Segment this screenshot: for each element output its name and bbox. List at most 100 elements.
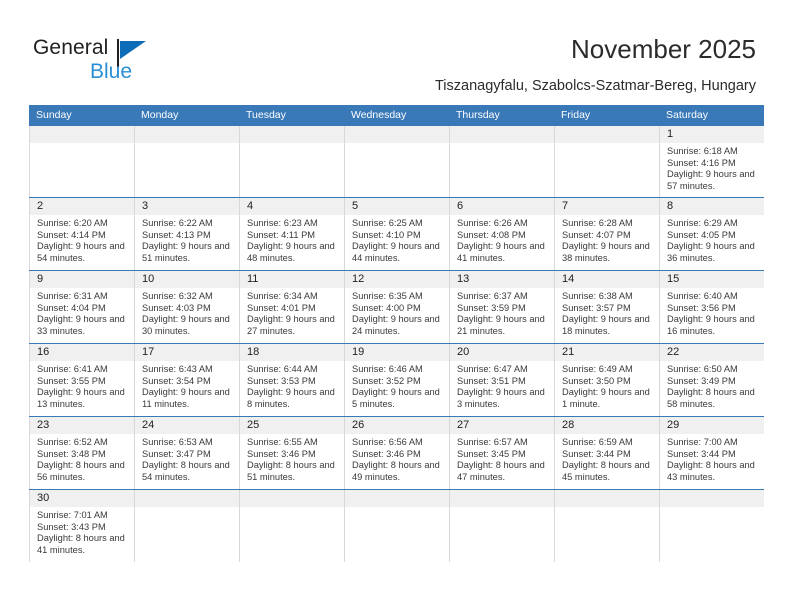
calendar-day-cell[interactable]: 21 Sunrise: 6:49 AM Sunset: 3:50 PM Dayligh… bbox=[554, 344, 659, 416]
day-number bbox=[345, 490, 449, 507]
calendar-day-cell[interactable]: 19 Sunrise: 6:46 AM Sunset: 3:52 PM Dayligh… bbox=[344, 344, 449, 416]
calendar-day-cell[interactable]: 25 Sunrise: 6:55 AM Sunset: 3:46 PM Dayligh… bbox=[239, 417, 344, 489]
sunset-text: Sunset: 4:00 PM bbox=[352, 302, 421, 313]
calendar-day-cell[interactable]: 30 Sunrise: 7:01 AM Sunset: 3:43 PM Dayligh… bbox=[29, 490, 134, 562]
day-number: 7 bbox=[555, 198, 659, 215]
calendar-day-cell[interactable]: 6 Sunrise: 6:26 AM Sunset: 4:08 PM Daylight… bbox=[449, 198, 554, 270]
day-number bbox=[240, 126, 344, 143]
calendar-day-cell[interactable]: 15 Sunrise: 6:40 AM Sunset: 3:56 PM Dayligh… bbox=[659, 271, 764, 343]
calendar-day-cell-empty bbox=[134, 126, 239, 197]
calendar-day-cell[interactable]: 27 Sunrise: 6:57 AM Sunset: 3:45 PM Dayligh… bbox=[449, 417, 554, 489]
calendar-day-cell[interactable]: 23 Sunrise: 6:52 AM Sunset: 3:48 PM Dayligh… bbox=[29, 417, 134, 489]
weekday-header-saturday: Saturday bbox=[666, 109, 709, 121]
sunrise-text: Sunrise: 6:34 AM bbox=[247, 291, 318, 301]
daylight-text: Daylight: 8 hours and 43 minutes. bbox=[667, 460, 755, 482]
day-sun-info: Sunrise: 6:25 AM Sunset: 4:10 PM Daylight:… bbox=[345, 215, 449, 268]
day-sun-info: Sunrise: 6:20 AM Sunset: 4:14 PM Daylight:… bbox=[30, 215, 134, 268]
calendar-day-cell[interactable]: 2 Sunrise: 6:20 AM Sunset: 4:14 PM Daylight… bbox=[29, 198, 134, 270]
sunrise-text: Sunrise: 6:25 AM bbox=[352, 218, 423, 228]
calendar-day-cell[interactable]: 8 Sunrise: 6:29 AM Sunset: 4:05 PM Daylight… bbox=[659, 198, 764, 270]
sunrise-text: Sunrise: 7:01 AM bbox=[37, 510, 108, 520]
day-number bbox=[555, 126, 659, 143]
daylight-text: Daylight: 9 hours and 36 minutes. bbox=[667, 241, 755, 263]
calendar-day-cell[interactable]: 4 Sunrise: 6:23 AM Sunset: 4:11 PM Daylight… bbox=[239, 198, 344, 270]
calendar-day-cell[interactable]: 13 Sunrise: 6:37 AM Sunset: 3:59 PM Dayligh… bbox=[449, 271, 554, 343]
daylight-text: Daylight: 9 hours and 24 minutes. bbox=[352, 314, 440, 336]
sunset-text: Sunset: 4:01 PM bbox=[247, 302, 316, 313]
sunrise-text: Sunrise: 6:32 AM bbox=[142, 291, 213, 301]
calendar-day-cell[interactable]: 17 Sunrise: 6:43 AM Sunset: 3:54 PM Dayligh… bbox=[134, 344, 239, 416]
sunset-text: Sunset: 3:54 PM bbox=[142, 375, 211, 386]
weekday-header-row: Sunday Monday Tuesday Wednesday Thursday… bbox=[29, 105, 764, 126]
calendar-day-cell[interactable]: 9 Sunrise: 6:31 AM Sunset: 4:04 PM Daylight… bbox=[29, 271, 134, 343]
sunrise-text: Sunrise: 6:43 AM bbox=[142, 364, 213, 374]
sunset-text: Sunset: 3:49 PM bbox=[667, 375, 736, 386]
calendar-day-cell[interactable]: 29 Sunrise: 7:00 AM Sunset: 3:44 PM Dayligh… bbox=[659, 417, 764, 489]
day-number: 29 bbox=[660, 417, 764, 434]
sunrise-text: Sunrise: 6:31 AM bbox=[37, 291, 108, 301]
calendar-day-cell-empty bbox=[344, 490, 449, 562]
day-number: 11 bbox=[240, 271, 344, 288]
daylight-text: Daylight: 8 hours and 58 minutes. bbox=[667, 387, 755, 409]
day-sun-info: Sunrise: 6:32 AM Sunset: 4:03 PM Daylight:… bbox=[135, 288, 239, 341]
calendar-day-cell[interactable]: 3 Sunrise: 6:22 AM Sunset: 4:13 PM Daylight… bbox=[134, 198, 239, 270]
day-sun-info: Sunrise: 7:01 AM Sunset: 3:43 PM Daylight:… bbox=[30, 507, 134, 560]
sunrise-text: Sunrise: 6:52 AM bbox=[37, 437, 108, 447]
day-number: 20 bbox=[450, 344, 554, 361]
sunrise-text: Sunrise: 6:44 AM bbox=[247, 364, 318, 374]
day-number: 22 bbox=[660, 344, 764, 361]
daylight-text: Daylight: 9 hours and 1 minute. bbox=[562, 387, 650, 409]
day-number bbox=[345, 126, 449, 143]
calendar-day-cell[interactable]: 20 Sunrise: 6:47 AM Sunset: 3:51 PM Dayligh… bbox=[449, 344, 554, 416]
day-number: 27 bbox=[450, 417, 554, 434]
calendar-day-cell[interactable]: 5 Sunrise: 6:25 AM Sunset: 4:10 PM Daylight… bbox=[344, 198, 449, 270]
day-number: 28 bbox=[555, 417, 659, 434]
calendar-day-cell-empty bbox=[449, 126, 554, 197]
day-number: 15 bbox=[660, 271, 764, 288]
calendar-day-cell[interactable]: 24 Sunrise: 6:53 AM Sunset: 3:47 PM Dayligh… bbox=[134, 417, 239, 489]
calendar-day-cell[interactable]: 11 Sunrise: 6:34 AM Sunset: 4:01 PM Dayligh… bbox=[239, 271, 344, 343]
calendar-week-row: 1 Sunrise: 6:18 AM Sunset: 4:16 PM Daylight… bbox=[29, 126, 764, 197]
day-sun-info: Sunrise: 6:55 AM Sunset: 3:46 PM Daylight:… bbox=[240, 434, 344, 487]
general-blue-logo[interactable]: General Blue bbox=[33, 36, 183, 90]
sunset-text: Sunset: 3:43 PM bbox=[37, 521, 106, 532]
sunset-text: Sunset: 4:04 PM bbox=[37, 302, 106, 313]
day-sun-info: Sunrise: 6:47 AM Sunset: 3:51 PM Daylight:… bbox=[450, 361, 554, 414]
calendar-day-cell[interactable]: 18 Sunrise: 6:44 AM Sunset: 3:53 PM Dayligh… bbox=[239, 344, 344, 416]
day-sun-info: Sunrise: 6:22 AM Sunset: 4:13 PM Daylight:… bbox=[135, 215, 239, 268]
calendar-table: Sunday Monday Tuesday Wednesday Thursday… bbox=[29, 105, 764, 562]
daylight-text: Daylight: 9 hours and 38 minutes. bbox=[562, 241, 650, 263]
calendar-day-cell[interactable]: 28 Sunrise: 6:59 AM Sunset: 3:44 PM Dayligh… bbox=[554, 417, 659, 489]
calendar-day-cell-empty bbox=[239, 490, 344, 562]
calendar-day-cell[interactable]: 16 Sunrise: 6:41 AM Sunset: 3:55 PM Dayligh… bbox=[29, 344, 134, 416]
daylight-text: Daylight: 9 hours and 8 minutes. bbox=[247, 387, 335, 409]
day-number bbox=[135, 490, 239, 507]
calendar-day-cell[interactable]: 26 Sunrise: 6:56 AM Sunset: 3:46 PM Dayligh… bbox=[344, 417, 449, 489]
calendar-day-cell-empty bbox=[344, 126, 449, 197]
daylight-text: Daylight: 9 hours and 3 minutes. bbox=[457, 387, 545, 409]
calendar-weeks: 1 Sunrise: 6:18 AM Sunset: 4:16 PM Daylight… bbox=[29, 126, 764, 562]
sunset-text: Sunset: 3:46 PM bbox=[352, 448, 421, 459]
triangle-logo-icon bbox=[120, 41, 146, 59]
calendar-day-cell-empty bbox=[449, 490, 554, 562]
daylight-text: Daylight: 9 hours and 54 minutes. bbox=[37, 241, 125, 263]
calendar-day-cell[interactable]: 22 Sunrise: 6:50 AM Sunset: 3:49 PM Dayligh… bbox=[659, 344, 764, 416]
calendar-day-cell[interactable]: 12 Sunrise: 6:35 AM Sunset: 4:00 PM Dayligh… bbox=[344, 271, 449, 343]
calendar-day-cell[interactable]: 14 Sunrise: 6:38 AM Sunset: 3:57 PM Dayligh… bbox=[554, 271, 659, 343]
calendar-day-cell[interactable]: 7 Sunrise: 6:28 AM Sunset: 4:07 PM Daylight… bbox=[554, 198, 659, 270]
calendar-day-cell[interactable]: 10 Sunrise: 6:32 AM Sunset: 4:03 PM Dayligh… bbox=[134, 271, 239, 343]
day-sun-info: Sunrise: 6:23 AM Sunset: 4:11 PM Daylight:… bbox=[240, 215, 344, 268]
sunset-text: Sunset: 4:08 PM bbox=[457, 229, 526, 240]
day-sun-info: Sunrise: 6:28 AM Sunset: 4:07 PM Daylight:… bbox=[555, 215, 659, 268]
day-sun-info: Sunrise: 6:57 AM Sunset: 3:45 PM Daylight:… bbox=[450, 434, 554, 487]
daylight-text: Daylight: 9 hours and 5 minutes. bbox=[352, 387, 440, 409]
weekday-header-sunday: Sunday bbox=[36, 109, 72, 121]
day-sun-info: Sunrise: 6:52 AM Sunset: 3:48 PM Daylight:… bbox=[30, 434, 134, 487]
calendar-week-row: 30 Sunrise: 7:01 AM Sunset: 3:43 PM Dayligh… bbox=[29, 489, 764, 562]
daylight-text: Daylight: 8 hours and 47 minutes. bbox=[457, 460, 545, 482]
sunrise-text: Sunrise: 7:00 AM bbox=[667, 437, 738, 447]
sunrise-text: Sunrise: 6:23 AM bbox=[247, 218, 318, 228]
sunset-text: Sunset: 4:14 PM bbox=[37, 229, 106, 240]
sunrise-text: Sunrise: 6:55 AM bbox=[247, 437, 318, 447]
calendar-day-cell[interactable]: 1 Sunrise: 6:18 AM Sunset: 4:16 PM Daylight… bbox=[659, 126, 764, 197]
